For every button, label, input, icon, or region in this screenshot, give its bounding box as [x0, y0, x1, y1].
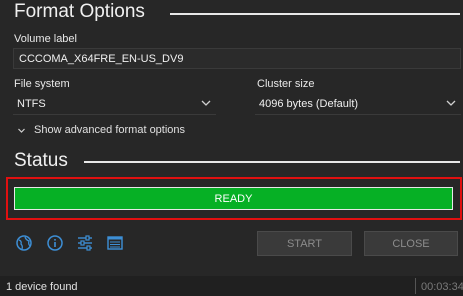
globe-icon[interactable]: [15, 234, 33, 252]
format-options-title: Format Options: [14, 1, 145, 22]
status-divider: [84, 161, 460, 163]
status-progress-text: READY: [214, 192, 253, 205]
status-highlight-box: READY: [6, 177, 462, 220]
log-icon[interactable]: [106, 234, 124, 252]
info-icon[interactable]: [46, 234, 64, 252]
settings-sliders-icon[interactable]: [76, 234, 94, 252]
elapsed-time-text: 00:03:34: [421, 281, 463, 293]
status-line: 1 device found 00:03:34: [0, 276, 463, 296]
volume-label-input[interactable]: CCCOMA_X64FRE_EN-US_DV9: [13, 48, 461, 69]
close-button-label: CLOSE: [392, 237, 430, 250]
status-title: Status: [14, 150, 68, 171]
chevron-down-icon: [446, 100, 456, 106]
chevron-down-icon: [201, 100, 211, 106]
status-line-divider: [415, 278, 416, 294]
start-button[interactable]: START: [257, 231, 352, 256]
file-system-select[interactable]: NTFS: [13, 93, 216, 115]
status-heading: Status: [14, 150, 68, 172]
format-options-divider: [170, 13, 460, 15]
advanced-format-options-toggle[interactable]: Show advanced format options: [17, 124, 185, 136]
volume-label-caption: Volume label: [14, 33, 77, 45]
start-button-label: START: [286, 237, 323, 250]
format-options-heading: Format Options: [14, 1, 145, 23]
cluster-size-select[interactable]: 4096 bytes (Default): [255, 93, 461, 115]
cluster-size-caption: Cluster size: [257, 78, 315, 90]
cluster-size-value: 4096 bytes (Default): [259, 97, 359, 110]
chevron-down-icon: [18, 128, 25, 133]
file-system-value: NTFS: [17, 97, 46, 110]
devices-found-text: 1 device found: [6, 281, 78, 293]
volume-label-value: CCCOMA_X64FRE_EN-US_DV9: [19, 52, 184, 65]
file-system-caption: File system: [14, 78, 70, 90]
advanced-format-options-label: Show advanced format options: [34, 124, 186, 136]
close-button[interactable]: CLOSE: [364, 231, 458, 256]
status-progress-bar: READY: [14, 187, 453, 210]
